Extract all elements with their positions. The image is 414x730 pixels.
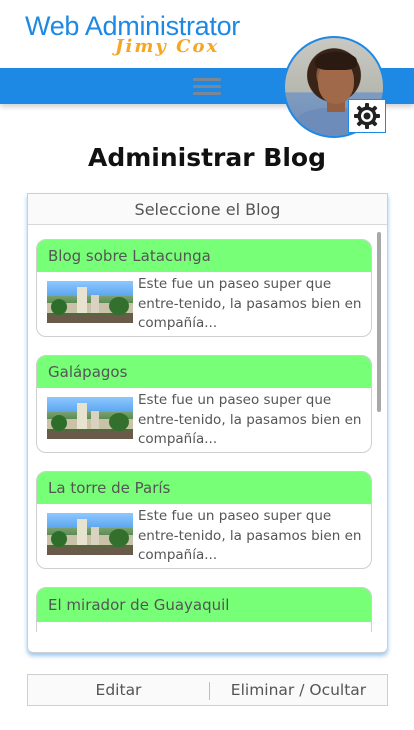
blog-thumbnail-image — [47, 397, 133, 439]
blog-card-excerpt: Este fue un paseo super que entre-tenido… — [138, 508, 362, 563]
blog-card-title: Blog sobre Latacunga — [37, 240, 371, 272]
edit-button[interactable]: Editar — [28, 675, 209, 705]
blog-selection-panel: Seleccione el Blog Blog sobre Latacunga … — [27, 193, 388, 653]
panel-header: Seleccione el Blog — [28, 194, 387, 225]
list-scrollbar[interactable] — [377, 232, 381, 412]
blog-card-title: El mirador de Guayaquil — [37, 588, 371, 622]
blog-thumbnail-image — [47, 513, 133, 555]
blog-card[interactable]: Blog sobre Latacunga Este fue un paseo s… — [36, 239, 372, 337]
blog-thumbnail-image — [47, 281, 133, 323]
app-logo: Web Administrator Jimy Cox — [25, 12, 240, 60]
blog-card-excerpt: Este fue un paseo super que entre-tenido… — [138, 392, 362, 447]
blog-list[interactable]: Blog sobre Latacunga Este fue un paseo s… — [28, 226, 387, 632]
settings-button[interactable] — [348, 99, 386, 133]
blog-card-excerpt: Este fue un paseo super que entre-tenido… — [138, 276, 362, 331]
page-title: Administrar Blog — [88, 143, 326, 172]
blog-card-title: La torre de París — [37, 472, 371, 504]
gear-icon — [354, 103, 380, 129]
action-bar: Editar Eliminar / Ocultar — [27, 674, 388, 706]
hamburger-menu-icon[interactable] — [193, 76, 221, 98]
delete-hide-button[interactable]: Eliminar / Ocultar — [210, 675, 387, 705]
blog-card-title: Galápagos — [37, 356, 371, 388]
blog-card[interactable]: La torre de París Este fue un paseo supe… — [36, 471, 372, 569]
blog-card[interactable]: Galápagos Este fue un paseo super que en… — [36, 355, 372, 453]
blog-card[interactable]: El mirador de Guayaquil — [36, 587, 372, 632]
logo-owner-name: Jimy Cox — [115, 36, 220, 57]
